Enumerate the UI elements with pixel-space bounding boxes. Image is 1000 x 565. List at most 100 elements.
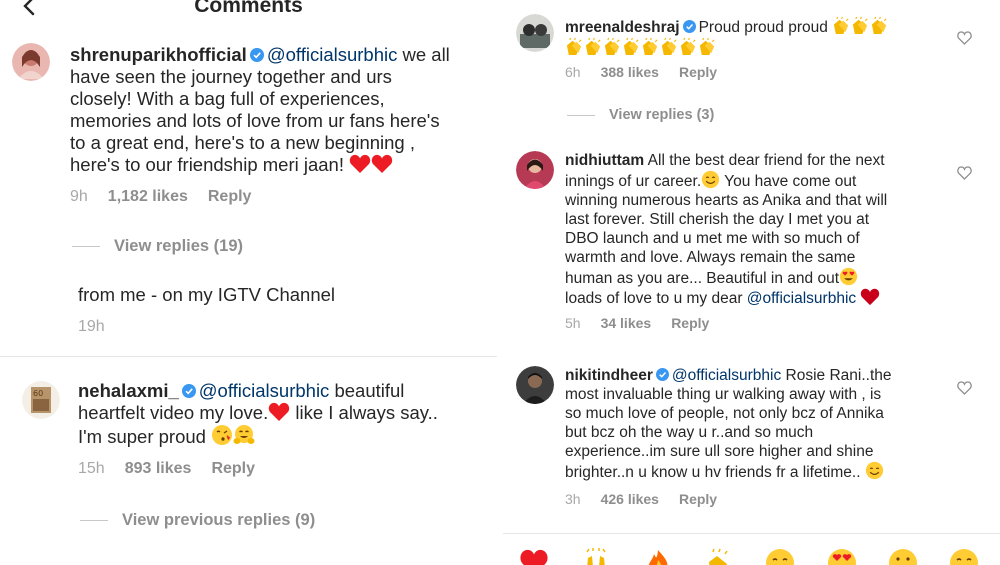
comment-username[interactable]: shrenuparikhofficial — [70, 44, 247, 65]
divider — [72, 246, 100, 248]
comment-text-line: but bcz oh the way u r..and so much — [565, 424, 814, 441]
comment-time: 3h — [565, 491, 581, 507]
heart-eyes-emoji — [839, 267, 858, 286]
comment-username[interactable]: nidhiuttam — [565, 152, 644, 169]
clapping-hands-emoji — [832, 16, 851, 35]
comment-username[interactable]: nikitindheer — [565, 367, 653, 384]
avatar[interactable] — [516, 151, 554, 189]
right-comments-panel: mreenaldeshraj Proud proud proud 6h 388 li… — [503, 0, 1000, 565]
quick-reaction-bar — [503, 533, 1000, 565]
heart-outline-icon[interactable] — [957, 31, 972, 45]
likes-count[interactable]: 426 likes — [601, 491, 659, 507]
comment-text-line: experience..im sure ull sore higher and … — [565, 443, 874, 460]
comment-text-line: memories and lots of love from ur fans h… — [70, 110, 440, 131]
comment-text-segment: Rosie Rani..the — [781, 367, 892, 384]
reply-button[interactable]: Reply — [671, 315, 709, 331]
comment-text-line: most invaluable thing ur walking away wi… — [565, 386, 882, 403]
comment-username[interactable]: nehalaxmi_ — [78, 380, 179, 401]
avatar[interactable] — [516, 366, 554, 404]
comment-mention[interactable]: @officialsurbhic — [747, 290, 856, 307]
comment-text-segment: You have come out — [720, 173, 857, 190]
clapping-hands-emoji-group — [832, 16, 889, 36]
view-replies-label: View previous replies (9) — [122, 511, 316, 529]
view-replies-button[interactable]: View previous replies (9) — [80, 511, 315, 530]
verified-badge-icon — [181, 384, 196, 398]
comment-body: nehalaxmi_ @officialsurbhic beautiful hea… — [78, 380, 493, 448]
comment-meta: 5h 34 likes Reply — [565, 315, 729, 331]
comment-body: nikitindheer @officialsurbhic Rosie Rani.… — [565, 366, 950, 482]
clapping-hands-emoji — [641, 37, 660, 56]
comment-text-line: heartfelt video my love. — [78, 402, 269, 423]
smiling-face-emoji[interactable] — [765, 548, 795, 565]
heart-eyes-emoji[interactable] — [827, 548, 857, 565]
comment-meta: 6h 388 likes Reply — [565, 64, 737, 80]
comment-mention[interactable]: @officialsurbhic — [267, 44, 398, 65]
avatar[interactable]: 60 — [22, 381, 60, 419]
comment-text-line: brighter..n u know u hv friends fr a lif… — [565, 464, 861, 481]
comment-text-line: here's to our friendship meri jaan! — [70, 154, 344, 175]
comment-time: 9h — [70, 188, 88, 205]
comment-body: nidhiuttam All the best dear friend for … — [565, 151, 945, 308]
likes-count[interactable]: 893 likes — [125, 460, 192, 477]
view-replies-button[interactable]: View replies (3) — [567, 107, 714, 123]
likes-count[interactable]: 34 likes — [601, 315, 652, 331]
reply-button[interactable]: Reply — [208, 188, 252, 205]
comment-time: 19h — [78, 318, 105, 335]
comment-body: mreenaldeshraj Proud proud proud — [565, 16, 945, 58]
red-heart-emoji — [860, 288, 880, 306]
comment-text-line: loads of love to u my dear — [565, 290, 747, 307]
reply-button[interactable]: Reply — [211, 460, 255, 477]
smiling-face-emoji — [865, 461, 884, 480]
page-title: Comments — [194, 0, 303, 17]
verified-badge-icon — [655, 368, 669, 381]
comment-time: 15h — [78, 460, 105, 477]
comment-text-line: so much love of people, not only bcz of … — [565, 405, 884, 422]
comment-mention[interactable]: @officialsurbhic — [672, 367, 781, 384]
view-replies-label: View replies (3) — [609, 107, 715, 123]
divider — [80, 520, 108, 522]
comment-meta: 19h — [78, 318, 125, 336]
caption-text: from me - on my IGTV Channel — [78, 284, 336, 305]
comment-mention[interactable]: @officialsurbhic — [199, 380, 330, 401]
clapping-hands-emoji — [870, 16, 889, 35]
smiling-face-emoji[interactable] — [949, 548, 979, 565]
comment-username[interactable]: mreenaldeshraj — [565, 19, 680, 36]
avatar[interactable] — [516, 14, 554, 52]
view-replies-label: View replies (19) — [114, 237, 244, 255]
comment-time: 5h — [565, 315, 581, 331]
comment-text-segment: like I always say.. — [290, 402, 438, 423]
comment-text-line: closely! With a bag full of experiences, — [70, 88, 385, 109]
verified-badge-icon — [682, 20, 696, 33]
comment-text-line: last forever. Still cherish the day I me… — [565, 211, 870, 228]
likes-count[interactable]: 1,182 likes — [108, 188, 188, 205]
reply-button[interactable]: Reply — [679, 64, 717, 80]
smiling-face-emoji — [701, 170, 720, 189]
clapping-hands-emoji — [565, 37, 584, 56]
divider — [567, 114, 595, 116]
comment-text-segment: beautiful — [329, 380, 405, 401]
kissing-face-emoji — [211, 424, 233, 446]
likes-count[interactable]: 388 likes — [601, 64, 659, 80]
clapping-hands-emoji — [584, 37, 603, 56]
smiling-face-emoji[interactable] — [888, 548, 918, 565]
red-heart-emoji — [268, 402, 290, 422]
raising-hands-emoji[interactable] — [581, 548, 611, 565]
comment-text-line: warmth and love. Always remain the same — [565, 249, 856, 266]
clapping-hands-emoji[interactable] — [705, 548, 735, 565]
heart-outline-icon[interactable] — [957, 166, 972, 180]
avatar[interactable] — [12, 43, 50, 81]
fire-emoji[interactable] — [643, 548, 673, 565]
comment-body: shrenuparikhofficial @officialsurbhic we … — [70, 44, 490, 176]
divider — [0, 356, 497, 357]
heart-outline-icon[interactable] — [957, 381, 972, 395]
red-heart-emoji[interactable] — [519, 548, 549, 565]
clapping-hands-emoji-group — [565, 37, 717, 57]
verified-badge-icon — [249, 48, 264, 62]
comment-text-segment: Proud proud proud — [698, 19, 828, 36]
comment-text-line: innings of ur career. — [565, 173, 702, 190]
reply-button[interactable]: Reply — [679, 491, 717, 507]
view-replies-button[interactable]: View replies (19) — [72, 237, 243, 256]
comment-text-line: DBO launch and u met me with so much of — [565, 230, 860, 247]
clapping-hands-emoji — [679, 37, 698, 56]
clapping-hands-emoji — [698, 37, 717, 56]
